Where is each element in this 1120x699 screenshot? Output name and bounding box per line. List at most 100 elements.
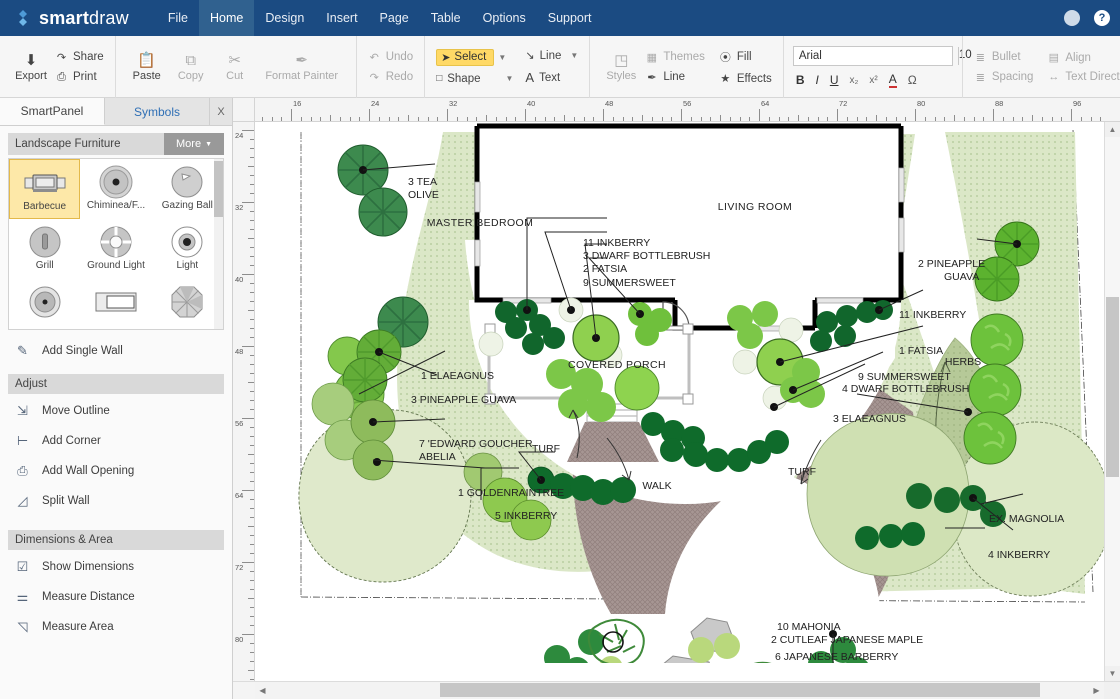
export-button[interactable]: ⬇ Export bbox=[9, 53, 53, 82]
print-button[interactable]: ⎙ Print bbox=[55, 71, 104, 84]
top-menu-bar: smartdraw File Home Design Insert Page T… bbox=[0, 0, 1120, 36]
vertical-scrollbar[interactable]: ▲ ▼ bbox=[1104, 122, 1120, 681]
shape-tool-button[interactable]: □ Shape bbox=[436, 72, 485, 86]
italic-button[interactable]: I bbox=[815, 73, 818, 87]
abelia-cluster bbox=[373, 458, 381, 466]
copy-button[interactable]: ⧉ Copy bbox=[169, 53, 213, 82]
symbol-fire-pit[interactable] bbox=[9, 279, 80, 330]
add-single-wall-item[interactable]: ✎ Add Single Wall bbox=[0, 336, 232, 366]
more-categories-button[interactable]: More ▼ bbox=[164, 133, 224, 155]
text-direction-button[interactable]: ↔ Text Direction bbox=[1047, 71, 1120, 83]
scroll-left-icon[interactable]: ◀ bbox=[255, 682, 270, 699]
text-tool-button[interactable]: A Text bbox=[525, 69, 565, 86]
select-tool-button[interactable]: ➤ Select bbox=[436, 49, 494, 66]
menu-item-design[interactable]: Design bbox=[254, 0, 315, 36]
menu-item-insert[interactable]: Insert bbox=[315, 0, 368, 36]
superscript-button[interactable]: x² bbox=[869, 75, 877, 86]
menu-item-options[interactable]: Options bbox=[472, 0, 537, 36]
menu-item-table[interactable]: Table bbox=[420, 0, 472, 36]
effects-button[interactable]: ★ Effects bbox=[719, 72, 772, 85]
horizontal-scroll-thumb[interactable] bbox=[440, 683, 1040, 697]
cut-button[interactable]: ✂ Cut bbox=[213, 53, 257, 82]
vertical-scroll-track[interactable] bbox=[1105, 137, 1120, 666]
line-format-button[interactable]: ✒ Line bbox=[645, 71, 705, 84]
text-a-icon: A bbox=[525, 70, 534, 85]
account-icon[interactable] bbox=[1064, 10, 1080, 26]
design-canvas[interactable]: MASTER BEDROOMLIVING ROOMCOVERED PORCHTU… bbox=[255, 122, 1104, 681]
fill-button[interactable]: ⦿ Fill bbox=[719, 49, 772, 65]
sidebar-item-split-wall[interactable]: ◿ Split Wall bbox=[0, 486, 232, 516]
undo-button[interactable]: ↶ Undo bbox=[368, 51, 414, 64]
ruler-tick bbox=[250, 652, 254, 653]
sidebar-item-add-wall-opening[interactable]: ⎙ Add Wall Opening bbox=[0, 456, 232, 486]
sidebar-item-measure-distance[interactable]: ⚌ Measure Distance bbox=[0, 582, 232, 612]
horizontal-scrollbar[interactable]: ◀ ▶ bbox=[233, 681, 1120, 699]
symbol-gazing-ball[interactable]: Gazing Ball bbox=[152, 159, 223, 219]
styles-button[interactable]: ◳ Styles bbox=[599, 53, 643, 82]
scroll-up-icon[interactable]: ▲ bbox=[1105, 122, 1120, 137]
scroll-right-icon[interactable]: ▶ bbox=[1089, 682, 1104, 699]
print-icon: ⎙ bbox=[55, 71, 68, 84]
sidebar-item-add-corner[interactable]: ⊢ Add Corner bbox=[0, 426, 232, 456]
help-icon[interactable]: ? bbox=[1094, 10, 1110, 26]
plant-label: 1 GOLDENRAINTREE bbox=[458, 487, 564, 499]
tab-symbols[interactable]: Symbols bbox=[105, 98, 210, 125]
subscript-button[interactable]: x₂ bbox=[850, 75, 859, 86]
horizontal-scroll-track[interactable] bbox=[270, 682, 1089, 699]
ruler-tick bbox=[1091, 117, 1092, 121]
select-dropdown-caret-icon[interactable]: ▼ bbox=[498, 53, 506, 62]
tab-smartpanel[interactable]: SmartPanel bbox=[0, 98, 105, 125]
menu-item-support[interactable]: Support bbox=[537, 0, 603, 36]
symbols-scrollbar[interactable] bbox=[214, 159, 223, 329]
menu-item-file[interactable]: File bbox=[157, 0, 199, 36]
vertical-ruler[interactable]: 2432404856647280 bbox=[233, 122, 255, 681]
ruler-tick bbox=[242, 490, 254, 491]
menu-item-home[interactable]: Home bbox=[199, 0, 254, 36]
sidebar-item-move-outline[interactable]: ⇲ Move Outline bbox=[0, 396, 232, 426]
align-button[interactable]: ▤ Align bbox=[1047, 51, 1120, 64]
symbol-bench[interactable] bbox=[80, 279, 151, 330]
symbols-scroll-thumb[interactable] bbox=[214, 161, 223, 217]
paste-button[interactable]: 📋 Paste bbox=[125, 53, 169, 82]
ruler-tick bbox=[671, 117, 672, 121]
brand-light: draw bbox=[89, 8, 129, 28]
sidebar-item-show-dimensions[interactable]: ☑ Show Dimensions bbox=[0, 552, 232, 582]
font-color-button[interactable]: A bbox=[889, 72, 897, 88]
sidebar-item-measure-area[interactable]: ◹ Measure Area bbox=[0, 612, 232, 642]
vertical-scroll-thumb[interactable] bbox=[1106, 297, 1119, 477]
redo-button[interactable]: ↷ Redo bbox=[368, 71, 414, 84]
symbol-grill[interactable]: Grill bbox=[9, 219, 80, 279]
plant-label: 2 CUTLEAF JAPANESE MAPLE bbox=[771, 634, 923, 646]
symbol-light[interactable]: Light bbox=[152, 219, 223, 279]
font-name-input[interactable] bbox=[794, 47, 958, 65]
ruler-label: 24 bbox=[235, 131, 243, 140]
underline-button[interactable]: U bbox=[830, 73, 839, 87]
landscape-plan[interactable]: MASTER BEDROOMLIVING ROOMCOVERED PORCHTU… bbox=[255, 122, 1104, 663]
symbol-umbrella[interactable] bbox=[152, 279, 223, 330]
scroll-down-icon[interactable]: ▼ bbox=[1105, 666, 1120, 681]
share-button[interactable]: ↷ Share bbox=[55, 51, 104, 64]
format-painter-button[interactable]: ✒ Format Painter bbox=[257, 53, 347, 82]
symbols-palette[interactable]: Barbecue Chiminea/F... bbox=[8, 158, 224, 330]
square-icon: □ bbox=[436, 73, 442, 84]
ruler-tick bbox=[330, 115, 331, 121]
line-dropdown-caret-icon[interactable]: ▼ bbox=[570, 51, 578, 60]
close-panel-icon[interactable]: X bbox=[210, 98, 232, 125]
ruler-tick bbox=[896, 117, 897, 121]
horizontal-ruler-strip[interactable]: 1624324048566472808896104 bbox=[255, 98, 1104, 121]
symbol-button[interactable]: Ω bbox=[908, 73, 917, 87]
ruler-tick bbox=[250, 328, 254, 329]
shape-dropdown-caret-icon[interactable]: ▼ bbox=[506, 74, 514, 83]
ruler-tick bbox=[964, 117, 965, 121]
menu-item-page[interactable]: Page bbox=[369, 0, 420, 36]
ruler-tick bbox=[496, 117, 497, 121]
bullet-button[interactable]: ≣ Bullet bbox=[974, 51, 1034, 64]
bold-button[interactable]: B bbox=[796, 73, 805, 87]
line-tool-button[interactable]: ↘ Line bbox=[525, 48, 566, 63]
spacing-button[interactable]: ≣ Spacing bbox=[974, 71, 1034, 84]
themes-button[interactable]: ▦ Themes bbox=[645, 51, 705, 64]
symbol-chiminea[interactable]: Chiminea/F... bbox=[80, 159, 151, 219]
symbol-barbecue[interactable]: Barbecue bbox=[9, 159, 80, 219]
ruler-tick bbox=[250, 229, 254, 230]
symbol-ground-light[interactable]: Ground Light bbox=[80, 219, 151, 279]
